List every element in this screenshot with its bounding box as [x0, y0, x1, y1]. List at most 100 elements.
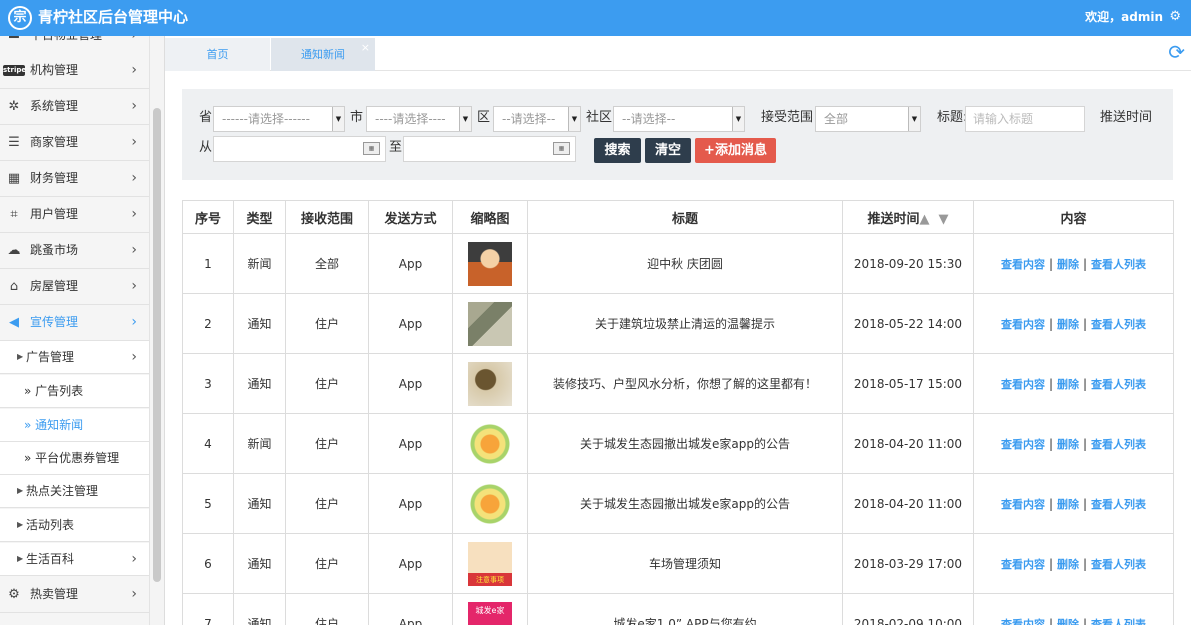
sidebar-item-housing[interactable]: ⌂ 房屋管理 › — [0, 269, 149, 305]
sidebar-scrollbar[interactable] — [150, 36, 165, 625]
end-date-input[interactable]: ▦ — [403, 136, 576, 162]
thumbnail-image[interactable] — [468, 361, 512, 406]
cell-index: 3 — [182, 353, 234, 414]
chevron-right-icon: › — [131, 586, 137, 602]
add-message-button[interactable]: +添加消息 — [695, 138, 776, 163]
close-icon[interactable]: × — [361, 31, 370, 64]
cell-thumb: 注意事项 — [452, 533, 528, 594]
community-select[interactable]: --请选择-- ▼ — [613, 106, 745, 132]
sidebar-item-hot-sale[interactable]: ⚙ 热卖管理 › — [0, 577, 149, 613]
sidebar-sub-label: 热点关注管理 — [26, 484, 99, 498]
sidebar-item-finance[interactable]: ▦ 财务管理 › — [0, 161, 149, 197]
sidebar-item-system[interactable]: ✲ 系统管理 › — [0, 89, 149, 125]
sidebar-sub-ad-manage[interactable]: ▶ 广告管理 › — [0, 341, 149, 374]
cell-thumb — [452, 293, 528, 354]
thumbnail-image[interactable] — [468, 241, 512, 286]
separator: | — [1048, 256, 1053, 271]
cell-title: 关于城发生态园撤出城发e家app的公告 — [527, 413, 843, 474]
thumbnail-image[interactable] — [468, 481, 512, 526]
view-viewers-link[interactable]: 查看人列表 — [1091, 438, 1146, 451]
chevron-right-icon: › — [131, 98, 137, 114]
cell-actions: 查看内容 | 删除 | 查看人列表 — [973, 473, 1174, 534]
sidebar-item-property[interactable]: ▬ 平台物业管理 › — [0, 36, 149, 54]
search-button[interactable]: 搜索 — [594, 138, 641, 163]
view-content-link[interactable]: 查看内容 — [1001, 378, 1045, 391]
scrollbar-thumb[interactable] — [153, 108, 161, 582]
time-header-label: 推送时间 — [867, 211, 920, 227]
table-row: 5 通知 住户 App 关于城发生态园撤出城发e家app的公告 2018-04-… — [182, 473, 1174, 534]
cell-title: 关于建筑垃圾禁止清运的温馨提示 — [527, 293, 843, 354]
chevron-right-icon: › — [131, 349, 137, 365]
district-select[interactable]: --请选择-- ▼ — [493, 106, 581, 132]
sidebar-sub-hot[interactable]: ▶ 热点关注管理 — [0, 475, 149, 508]
view-content-link[interactable]: 查看内容 — [1001, 498, 1045, 511]
province-select[interactable]: ------请选择------ ▼ — [213, 106, 345, 132]
settings-gear-icon[interactable]: ⚙ — [1169, 0, 1181, 34]
clear-button[interactable]: 清空 — [645, 138, 691, 163]
stripe-icon: stripe — [3, 65, 27, 76]
delete-link[interactable]: 删除 — [1057, 558, 1079, 571]
delete-link[interactable]: 删除 — [1057, 378, 1079, 391]
tab-home[interactable]: 首页 — [165, 38, 270, 71]
delete-link[interactable]: 删除 — [1057, 618, 1079, 625]
welcome-user[interactable]: 欢迎，admin — [1085, 0, 1163, 34]
delete-link[interactable]: 删除 — [1057, 318, 1079, 331]
chevron-right-icon: › — [131, 242, 137, 258]
tab-news[interactable]: 通知新闻 × — [271, 38, 375, 71]
delete-link[interactable]: 删除 — [1057, 498, 1079, 511]
separator: | — [1083, 376, 1088, 391]
sort-asc-icon[interactable]: ▲ — [919, 212, 929, 227]
view-viewers-link[interactable]: 查看人列表 — [1091, 558, 1146, 571]
sidebar-item-promotion[interactable]: ◀ 宣传管理 › — [0, 305, 149, 341]
yelp-icon: ✲ — [8, 99, 20, 114]
view-viewers-link[interactable]: 查看人列表 — [1091, 498, 1146, 511]
view-content-link[interactable]: 查看内容 — [1001, 618, 1045, 625]
caret-right-icon: ▶ — [17, 352, 24, 361]
thumbnail-image[interactable]: 注意事项 — [468, 541, 512, 586]
view-content-link[interactable]: 查看内容 — [1001, 318, 1045, 331]
thumbnail-image[interactable] — [468, 421, 512, 466]
refresh-icon[interactable]: ⟳ — [1168, 40, 1185, 64]
calendar-icon[interactable]: ▦ — [553, 142, 570, 155]
table-header-row: 序号 类型 接收范围 发送方式 缩略图 标题 推送时间▲ ▼ 内容 — [182, 200, 1174, 234]
sidebar-sub-life[interactable]: ▶ 生活百科 › — [0, 543, 149, 576]
view-viewers-link[interactable]: 查看人列表 — [1091, 618, 1146, 625]
delete-link[interactable]: 删除 — [1057, 258, 1079, 271]
cloud-icon: ☁ — [7, 243, 21, 258]
separator: | — [1048, 436, 1053, 451]
view-viewers-link[interactable]: 查看人列表 — [1091, 318, 1146, 331]
start-date-input[interactable]: ▦ — [213, 136, 386, 162]
delete-link[interactable]: 删除 — [1057, 438, 1079, 451]
sidebar-item-users[interactable]: ⌗ 用户管理 › — [0, 197, 149, 233]
sidebar-item-org[interactable]: stripe 机构管理 › — [0, 53, 149, 89]
sort-desc-icon[interactable]: ▼ — [939, 212, 949, 227]
sidebar-sub-label: » 平台优惠券管理 — [24, 451, 120, 465]
cell-time: 2018-05-17 15:00 — [842, 353, 974, 414]
sidebar-item-flea-market[interactable]: ☁ 跳蚤市场 › — [0, 233, 149, 269]
city-select[interactable]: ----请选择---- ▼ — [366, 106, 472, 132]
sidebar-sub-label: 活动列表 — [26, 518, 75, 532]
sidebar-item-merchant[interactable]: ☰ 商家管理 › — [0, 125, 149, 161]
calendar-icon[interactable]: ▦ — [363, 142, 380, 155]
thumbnail-image[interactable]: 城发e家 — [468, 601, 512, 625]
col-time-header[interactable]: 推送时间▲ ▼ — [842, 200, 974, 234]
view-viewers-link[interactable]: 查看人列表 — [1091, 258, 1146, 271]
cell-scope: 住户 — [285, 293, 369, 354]
thumbnail-image[interactable] — [468, 301, 512, 346]
bars-icon: ☰ — [8, 135, 20, 150]
title-input[interactable] — [965, 106, 1085, 132]
cell-thumb — [452, 473, 528, 534]
view-content-link[interactable]: 查看内容 — [1001, 258, 1045, 271]
view-content-link[interactable]: 查看内容 — [1001, 558, 1045, 571]
view-viewers-link[interactable]: 查看人列表 — [1091, 378, 1146, 391]
sidebar-sub-ad-list[interactable]: » 广告列表 — [0, 375, 149, 408]
cell-time: 2018-09-20 15:30 — [842, 233, 974, 294]
sidebar-sub-label: 生活百科 — [26, 552, 75, 566]
filter-panel: 省 ------请选择------ ▼ 市 ----请选择---- ▼ 区 --… — [182, 89, 1173, 180]
sidebar-sub-news[interactable]: » 通知新闻 — [0, 409, 149, 442]
sidebar-sub-coupon[interactable]: » 平台优惠券管理 — [0, 442, 149, 475]
sidebar-sub-activity[interactable]: ▶ 活动列表 — [0, 509, 149, 542]
cell-scope: 全部 — [285, 233, 369, 294]
scope-select[interactable]: 全部 ▼ — [815, 106, 921, 132]
view-content-link[interactable]: 查看内容 — [1001, 438, 1045, 451]
